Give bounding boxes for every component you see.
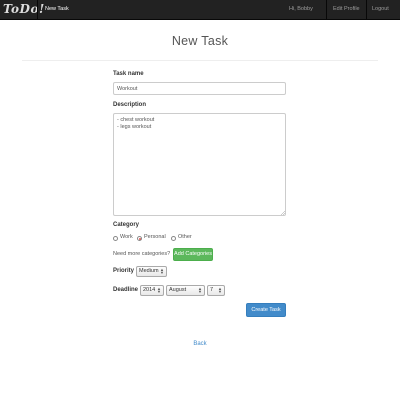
brand-logo[interactable]: ToDo! — [3, 1, 45, 18]
category-label: Category — [113, 222, 140, 228]
select-arrows-icon: ▲ ▼ — [218, 286, 222, 294]
radio-unchecked-icon[interactable] — [171, 235, 176, 241]
deadline-year-select[interactable]: 2014 ▲ ▼ — [140, 285, 164, 296]
deadline-day-value: 7 — [210, 287, 214, 293]
task-name-input[interactable] — [113, 82, 286, 95]
select-arrows-icon: ▲ ▼ — [198, 286, 202, 294]
deadline-day-select[interactable]: 7 ▲ ▼ — [207, 285, 225, 296]
priority-label: Priority — [113, 268, 135, 274]
back-link[interactable]: Back — [0, 341, 400, 347]
nav-edit-profile-link[interactable]: Edit Profile — [333, 0, 360, 19]
deadline-month-select[interactable]: August ▲ ▼ — [166, 285, 205, 296]
nav-greeting-link[interactable]: Hi, Bobby — [289, 0, 313, 19]
task-name-label: Task name — [113, 71, 144, 77]
create-task-button[interactable]: Create Task — [246, 303, 286, 317]
priority-selected-value: Medium — [139, 268, 159, 274]
nav-logout-link[interactable]: Logout — [372, 0, 389, 19]
deadline-year-value: 2014 — [143, 287, 156, 293]
navbar-divider — [366, 0, 367, 19]
select-arrows-icon: ▲ ▼ — [157, 286, 161, 294]
page-title: New Task — [171, 34, 229, 48]
deadline-label: Deadline — [113, 287, 139, 293]
radio-unchecked-icon[interactable] — [113, 235, 118, 241]
radio-checked-icon[interactable] — [137, 235, 142, 241]
deadline-month-value: August — [169, 287, 187, 293]
resize-grip-icon[interactable] — [281, 211, 285, 215]
title-divider — [22, 60, 378, 61]
nav-new-task-link[interactable]: New Task — [45, 0, 69, 19]
description-label: Description — [113, 102, 147, 108]
priority-select[interactable]: Medium ▲ ▼ — [136, 266, 167, 277]
more-categories-prompt: Need more categories? — [113, 251, 171, 257]
description-textarea[interactable]: - chest workout - legs workout — [113, 113, 286, 216]
top-navbar: ToDo! New Task Hi, Bobby Edit Profile Lo… — [0, 0, 400, 20]
select-arrows-icon: ▲ ▼ — [160, 267, 164, 275]
category-option-label: Other — [178, 234, 192, 240]
navbar-divider — [326, 0, 327, 19]
add-categories-button[interactable]: Add Categories — [173, 248, 213, 261]
navbar-divider — [37, 0, 38, 19]
category-option-label: Work — [120, 234, 133, 240]
category-option-label: Personal — [144, 234, 166, 240]
